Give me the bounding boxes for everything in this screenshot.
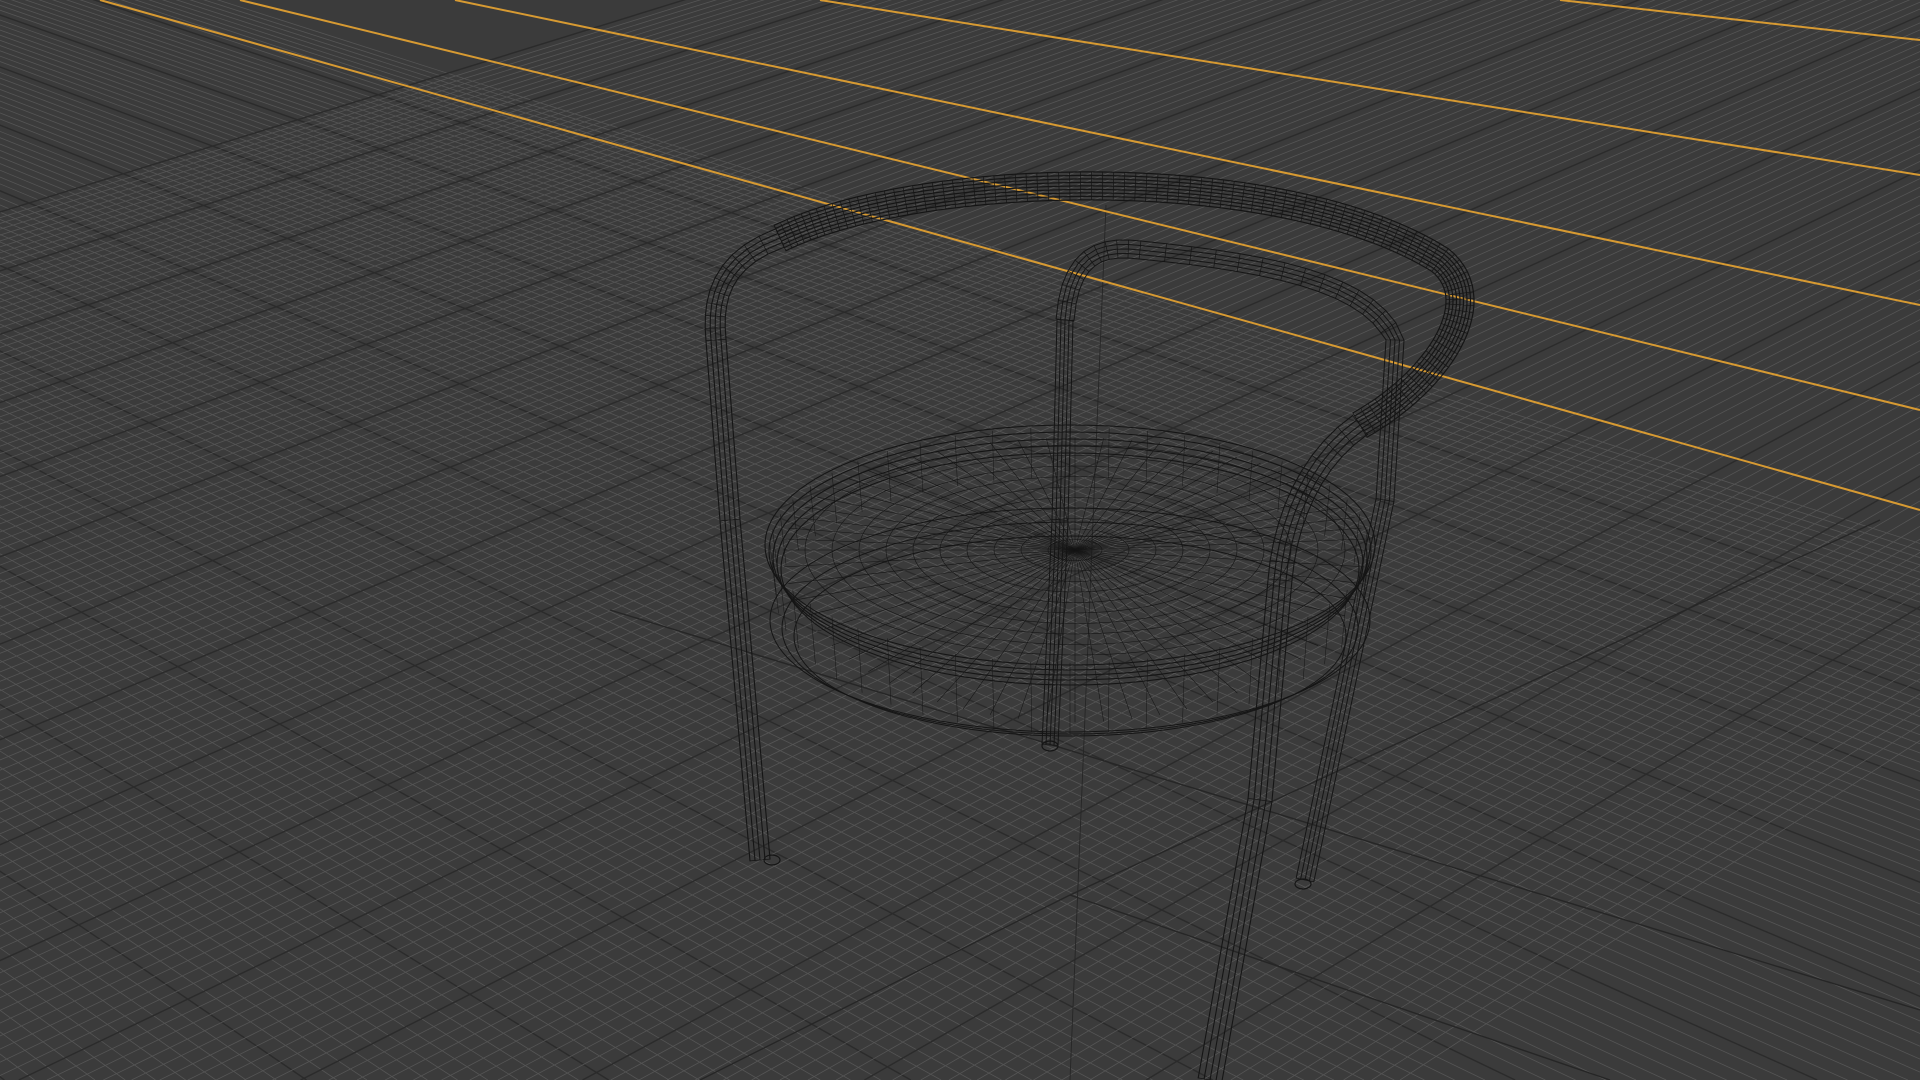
floor-grid [0,0,1920,1080]
orange-guide-lines [99,0,1920,511]
viewport-canvas[interactable] [0,0,1920,1080]
3d-viewport[interactable] [0,0,1920,1080]
